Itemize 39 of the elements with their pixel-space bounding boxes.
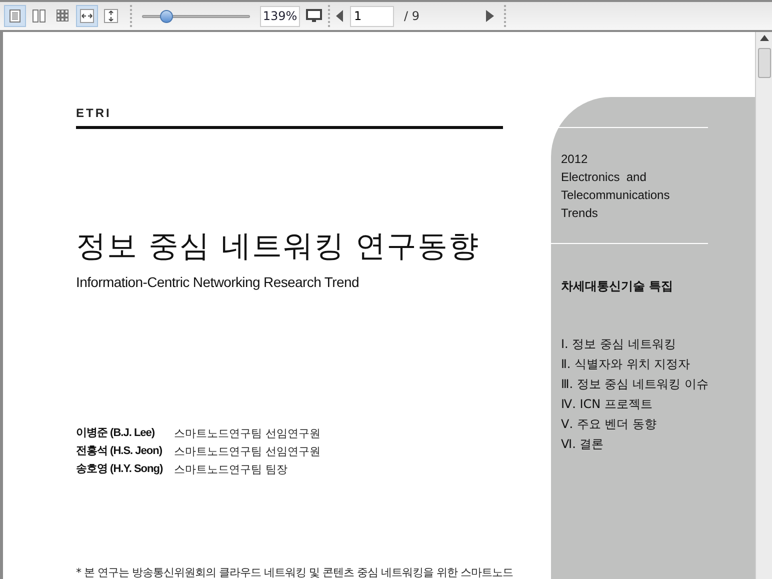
contents-item: Ⅰ. 정보 중심 네트워킹 (561, 336, 677, 353)
view-mode-button[interactable] (4, 5, 26, 27)
monitor-icon[interactable] (306, 9, 322, 23)
two-page-icon (32, 9, 46, 23)
author-affiliation: 스마트노드연구팀 선임연구원 (174, 426, 320, 441)
document-title: 정보 중심 네트워킹 연구동향 (76, 229, 481, 265)
previous-page-icon[interactable] (336, 10, 344, 22)
next-page-icon[interactable] (486, 10, 494, 22)
document-subtitle: Information-Centric Networking Research Trend (76, 273, 360, 291)
grid-icon (56, 9, 70, 23)
journal-name: Electronics and (561, 169, 648, 186)
author-name: 이병준 (B.J. Lee) (76, 426, 156, 441)
etri-logo: ETRI (76, 106, 112, 120)
journal-year: 2012 (561, 151, 589, 168)
scroll-up-icon[interactable] (760, 35, 768, 41)
author-name: 전홍석 (H.S. Jeon) (76, 444, 164, 459)
fit-width-icon (80, 9, 94, 23)
author-affiliation: 스마트노드연구팀 팀장 (174, 462, 288, 477)
slider-thumb[interactable] (160, 10, 173, 22)
zoom-field[interactable]: 139% (260, 6, 300, 26)
page-count: / 9 (404, 8, 420, 25)
footnote: * 본 연구는 방송통신위원회의 클라우드 네트워킹 및 콘텐츠 중심 네트워킹을 위한 스마트노드 (76, 566, 514, 579)
journal-name: Trends (561, 205, 599, 222)
zoom-slider[interactable] (142, 9, 250, 23)
contents-item: Ⅳ. ICN 프로젝트 (561, 396, 654, 413)
contents-item: Ⅱ. 식별자와 위치 지정자 (561, 356, 692, 373)
page-number-field[interactable]: 1 (350, 6, 394, 26)
fit-height-icon (104, 9, 118, 23)
section-heading: 차세대통신기술 특집 (560, 278, 674, 295)
author-affiliation: 스마트노드연구팀 선임연구원 (174, 444, 320, 459)
author-name: 송호영 (H.Y. Song) (76, 462, 164, 477)
vertical-scrollbar[interactable] (755, 32, 772, 579)
contents-item: Ⅴ. 주요 벤더 동향 (561, 416, 658, 433)
scrollbar-thumb[interactable] (758, 48, 770, 78)
journal-name: Telecommunications (561, 187, 671, 204)
contents-item: Ⅲ. 정보 중심 네트워킹 이슈 (561, 376, 710, 393)
contents-item: Ⅵ. 결론 (561, 436, 605, 453)
single-page-icon (8, 9, 22, 23)
view-mode-button[interactable] (76, 5, 98, 27)
